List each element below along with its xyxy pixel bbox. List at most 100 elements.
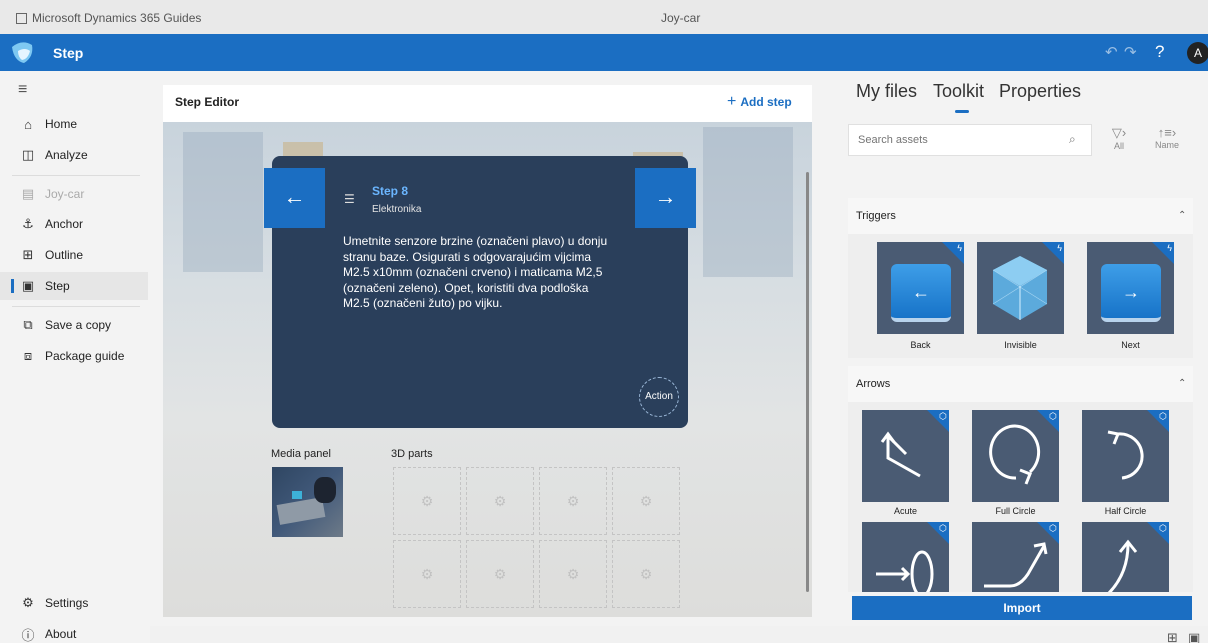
nav-item-anchor[interactable]: ⚓ Anchor — [0, 210, 148, 238]
acute-arrow-icon — [880, 431, 921, 478]
grid-view-icon[interactable]: ⊞ — [1167, 630, 1178, 643]
3d-part-slot[interactable]: ⚙ — [539, 467, 607, 535]
sort-button[interactable]: ↑≡› Name — [1149, 125, 1185, 150]
tile-label: Half Circle — [1104, 506, 1147, 516]
back-arrow-icon: ← — [891, 264, 951, 322]
search-icon[interactable]: ⌕ — [1069, 132, 1076, 147]
filter-button[interactable]: ▽› All — [1101, 125, 1137, 151]
filter-value: All — [1113, 141, 1124, 151]
nav-item-package-guide[interactable]: ⧈ Package guide — [0, 342, 148, 370]
editor-scrollbar[interactable] — [806, 172, 809, 592]
nav-divider — [12, 306, 140, 307]
step-title: Step 8 — [372, 184, 409, 198]
section-title: Triggers — [856, 210, 896, 222]
previous-step-button[interactable]: ← — [264, 168, 325, 228]
tab-toolkit[interactable]: Toolkit — [933, 81, 984, 113]
add-step-button[interactable]: + Add step — [727, 93, 792, 111]
cube-badge-icon: ⬡ — [939, 523, 947, 533]
invisible-cube-icon — [992, 256, 1048, 320]
guides-logo-icon — [12, 42, 33, 63]
background-shelf — [703, 127, 793, 277]
3d-part-slot[interactable]: ⚙ — [539, 540, 607, 608]
analyze-icon: ◫ — [21, 147, 35, 162]
trigger-badge-icon: ϟ — [957, 243, 962, 253]
3d-part-slot[interactable]: ⚙ — [466, 467, 534, 535]
chevron-up-icon[interactable]: ⌃ — [1178, 378, 1186, 389]
chevron-up-icon[interactable]: ⌃ — [1178, 210, 1186, 221]
step-icon: ▣ — [21, 278, 35, 293]
rise-arrow-icon — [1107, 539, 1138, 592]
arrow-tile-full-circle[interactable]: ⬡ — [972, 410, 1059, 502]
triggers-header[interactable]: Triggers ⌃ — [848, 198, 1193, 234]
nav-item-save-copy[interactable]: ⧉ Save a copy — [0, 311, 148, 339]
nav-item-step[interactable]: ▣ Step — [0, 272, 148, 300]
hamburger-menu-icon[interactable]: ≡ — [18, 81, 27, 99]
cube-badge-icon: ⬡ — [939, 411, 947, 421]
arrows-header[interactable]: Arrows ⌃ — [848, 366, 1193, 402]
settings-gear-icon: ⚙ — [22, 595, 34, 610]
holographic-canvas[interactable]: ← → ☰ Step 8 Elektronika Umetnite senzor… — [163, 122, 812, 617]
media-thumbnail[interactable] — [272, 467, 343, 537]
nav-item-settings[interactable]: ⚙ Settings — [0, 589, 148, 617]
import-button[interactable]: Import — [852, 596, 1192, 620]
step-instructions[interactable]: Umetnite senzore brzine (označeni plavo)… — [343, 234, 613, 312]
nav-item-outline[interactable]: ⊞ Outline — [0, 241, 148, 269]
tab-properties[interactable]: Properties — [999, 81, 1081, 102]
arrow-tile-acute[interactable]: ⬡ — [862, 410, 949, 502]
3d-part-slot[interactable]: ⚙ — [612, 540, 680, 608]
sort-value: Name — [1154, 140, 1179, 150]
nav-item-home[interactable]: ⌂ Home — [0, 110, 148, 138]
arrow-tile-half-circle[interactable]: ⬡ — [1082, 410, 1169, 502]
tile-label: Acute — [893, 506, 917, 516]
nav-item-analyze[interactable]: ◫ Analyze — [0, 141, 148, 169]
user-avatar[interactable]: A — [1187, 42, 1208, 64]
half-circle-arrow-icon — [1107, 430, 1144, 480]
app-header: Step ↶ ↷ ? A — [0, 34, 1208, 71]
section-title: Arrows — [856, 378, 891, 390]
triggers-section: Triggers ⌃ ϟ ← Back ϟ Invisible ϟ → Next — [848, 198, 1193, 358]
tile-label: Invisible — [1004, 340, 1037, 350]
nav-item-guide: ▤ Joy-car — [0, 180, 148, 208]
outline-icon: ⊞ — [22, 247, 34, 262]
action-button[interactable]: Action — [639, 377, 679, 417]
step-list-icon: ☰ — [344, 192, 355, 206]
tab-my-files[interactable]: My files — [856, 81, 917, 102]
arrow-tile-curve-up[interactable]: ⬡ — [972, 522, 1059, 592]
nav-label: Save a copy — [45, 318, 112, 332]
arrow-tile-loop[interactable]: ⬡ — [862, 522, 949, 592]
save-copy-icon: ⧉ — [23, 317, 33, 332]
loop-arrow-icon — [876, 550, 934, 592]
nav-label: Home — [45, 117, 78, 131]
trigger-tile-invisible[interactable]: ϟ — [977, 242, 1064, 334]
step-editor: Step Editor + Add step ← → ☰ Step 8 Elekt… — [163, 85, 812, 617]
arrow-tile-rise[interactable]: ⬡ — [1082, 522, 1169, 592]
3d-part-slot[interactable]: ⚙ — [466, 540, 534, 608]
tile-label: Next — [1121, 340, 1140, 350]
redo-icon[interactable]: ↷ — [1124, 43, 1137, 61]
add-step-label: Add step — [740, 95, 792, 109]
tile-label: Back — [910, 340, 931, 350]
nav-label: Step — [45, 279, 70, 293]
editor-view-icon[interactable]: ▣ — [1188, 630, 1200, 643]
full-circle-arrow-icon — [989, 424, 1041, 485]
trigger-tile-back[interactable]: ϟ ← — [877, 242, 964, 334]
3d-parts-label: 3D parts — [391, 448, 433, 460]
3d-part-slot[interactable]: ⚙ — [612, 467, 680, 535]
app-window-icon — [16, 12, 27, 24]
next-step-button[interactable]: → — [635, 168, 696, 228]
3d-part-slot[interactable]: ⚙ — [393, 467, 461, 535]
3d-part-slot[interactable]: ⚙ — [393, 540, 461, 608]
undo-icon[interactable]: ↶ — [1105, 43, 1118, 61]
curve-up-arrow-icon — [984, 542, 1048, 588]
nav-label: Settings — [45, 596, 89, 610]
plus-icon: + — [727, 93, 737, 110]
trigger-tile-next[interactable]: ϟ → — [1087, 242, 1174, 334]
step-card[interactable]: ← → ☰ Step 8 Elektronika Umetnite senzor… — [264, 156, 696, 428]
search-assets-input[interactable] — [848, 124, 1092, 156]
nav-label: Joy-car — [45, 187, 85, 201]
help-button[interactable]: ? — [1155, 42, 1164, 62]
nav-label: Package guide — [45, 349, 125, 363]
nav-item-about[interactable]: ⓘ About — [0, 620, 148, 643]
tile-label: Full Circle — [995, 506, 1036, 516]
cube-badge-icon: ⬡ — [1159, 523, 1167, 533]
